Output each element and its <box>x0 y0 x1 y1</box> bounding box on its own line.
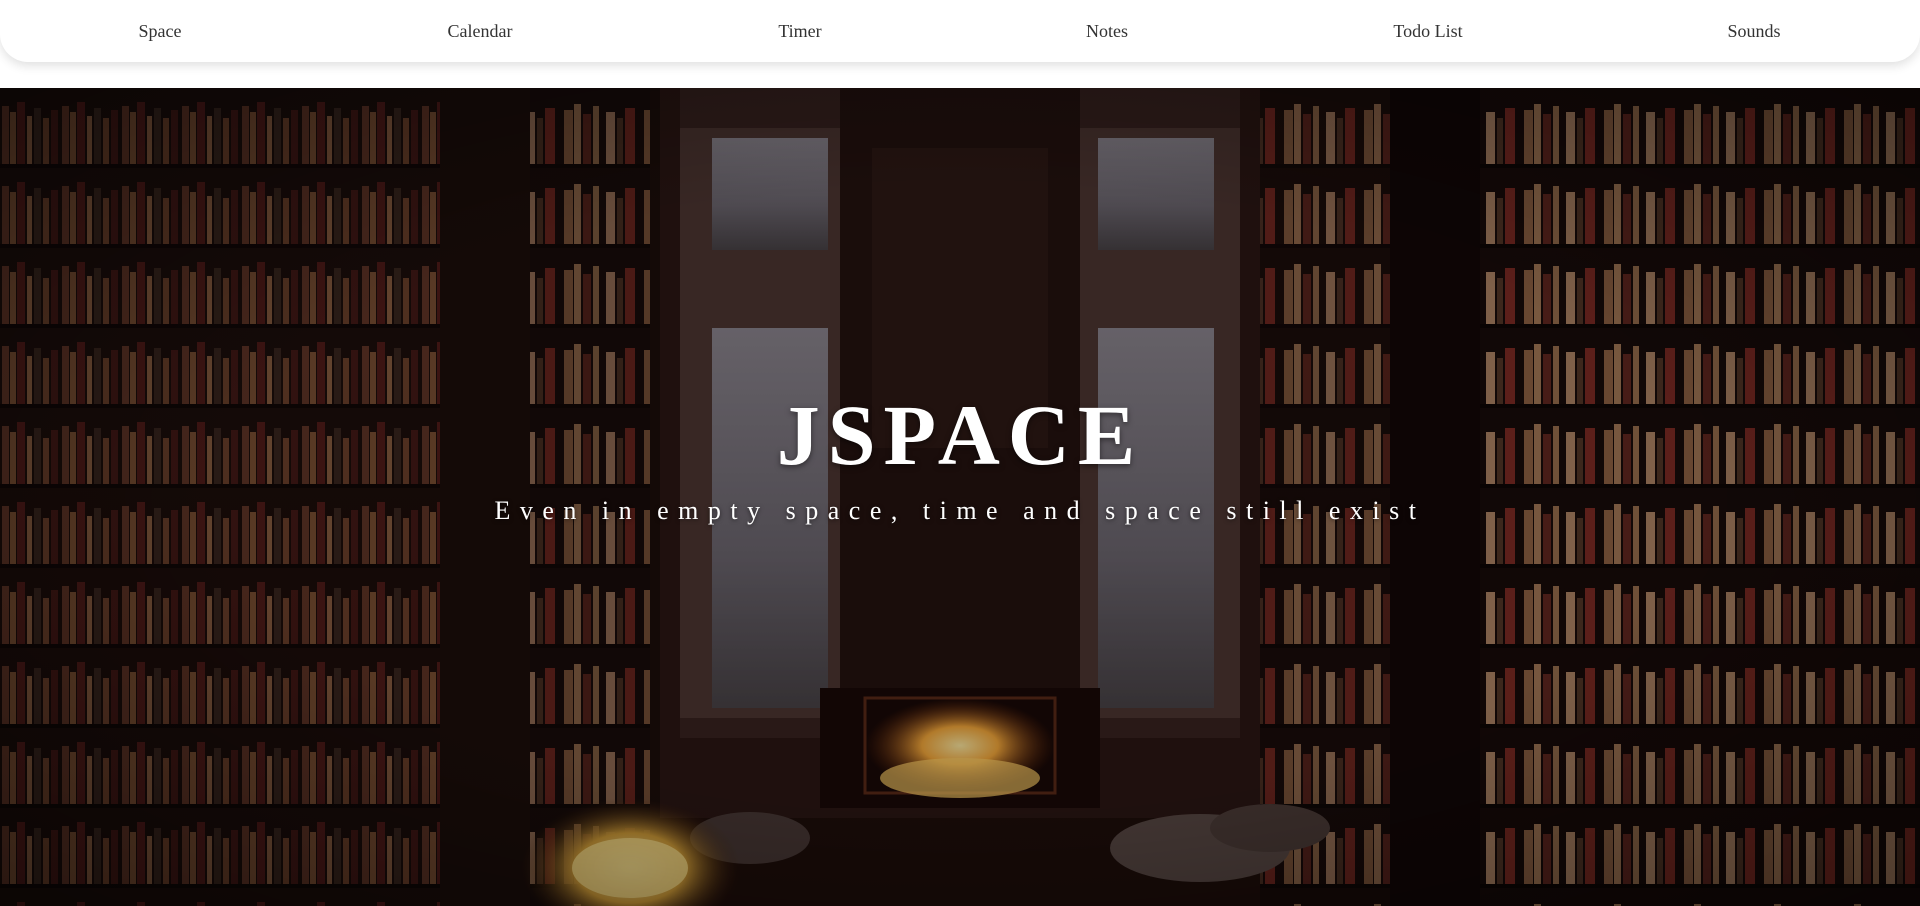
hero-subtitle: Even in empty space, time and space stil… <box>494 496 1426 525</box>
hero-section: JSPACE Even in empty space, time and spa… <box>0 88 1920 906</box>
hero-title: JSPACE <box>776 387 1144 483</box>
nav-item-timer[interactable]: Timer <box>778 18 821 44</box>
top-navigation-bar: Space Calendar Timer Notes Todo List Sou… <box>0 0 1920 62</box>
nav-item-calendar[interactable]: Calendar <box>448 18 513 44</box>
nav-item-notes[interactable]: Notes <box>1086 18 1128 44</box>
nav-item-space[interactable]: Space <box>139 18 182 44</box>
nav-item-sounds[interactable]: Sounds <box>1727 18 1780 44</box>
nav-item-todo-list[interactable]: Todo List <box>1393 18 1462 44</box>
